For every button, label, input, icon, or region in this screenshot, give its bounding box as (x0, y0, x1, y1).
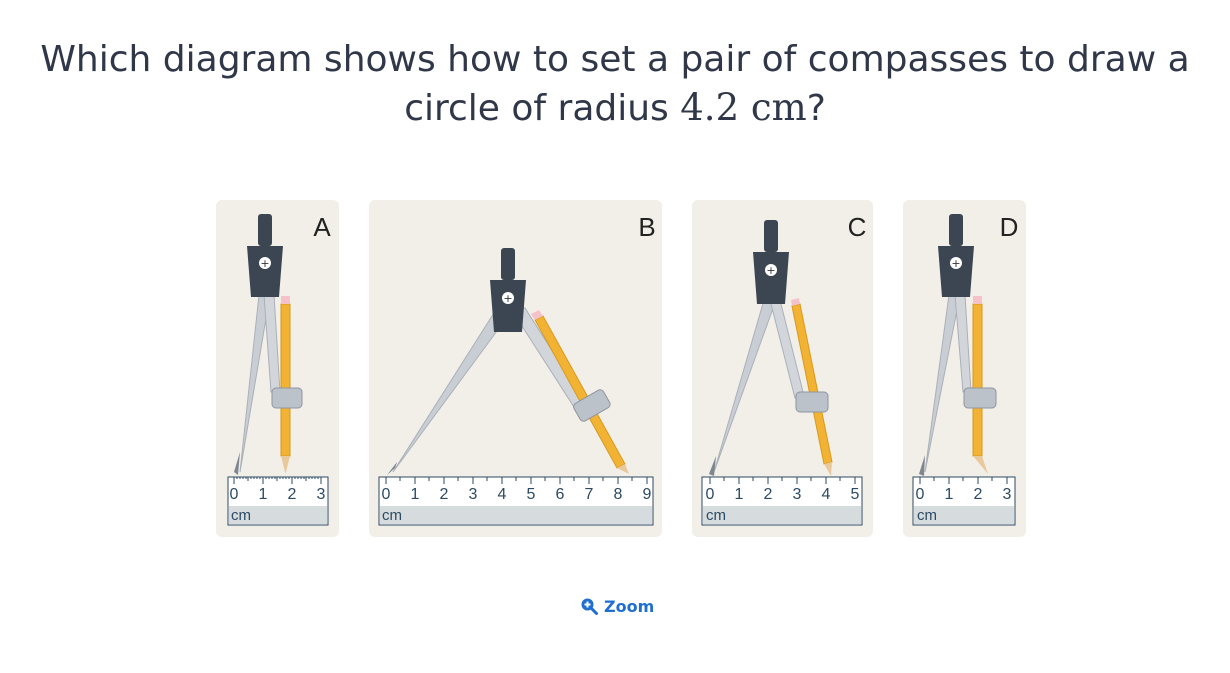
pencil (534, 315, 626, 469)
needle-leg (392, 304, 512, 473)
pencil-tip (824, 462, 832, 476)
ruler-tick-label: 0 (706, 486, 715, 503)
pencil-arm (954, 294, 972, 393)
ruler-band (703, 506, 861, 524)
ruler-tick-label: 3 (1003, 486, 1012, 503)
compass-diagram-c: + C 0 1 2 3 4 5 cm (701, 212, 867, 526)
ruler-tick-label: 0 (230, 486, 239, 503)
ruler-tick-label: 3 (793, 486, 802, 503)
ruler-tick-label: 1 (411, 486, 420, 503)
option-label: C (848, 212, 867, 242)
ruler-unit: cm (231, 507, 251, 524)
pencil-tip (973, 456, 988, 474)
compass-diagram-b: + B 0 1 2 3 4 5 6 7 8 9 cm (378, 212, 656, 526)
needle-tip (919, 455, 925, 476)
ruler-tick-label: 0 (916, 486, 925, 503)
ruler-unit: cm (382, 507, 402, 524)
option-label: A (313, 212, 331, 242)
question-math: 4.2 cm (680, 86, 807, 129)
ruler-tick-label: 2 (974, 486, 983, 503)
ruler-tick-label: 5 (851, 486, 860, 503)
pencil (972, 303, 983, 457)
compass-handle (764, 220, 778, 252)
pencil-clamp (271, 387, 303, 409)
zoom-in-icon (581, 598, 598, 615)
pencil-eraser (281, 296, 290, 304)
ruler-tick-label: 1 (259, 486, 268, 503)
ruler-tick-label: 8 (614, 486, 623, 503)
pencil (280, 303, 291, 457)
option-label: D (1000, 212, 1019, 242)
svg-text:+: + (503, 292, 512, 305)
needle-tip (234, 452, 240, 475)
ruler-tick-label: 3 (469, 486, 478, 503)
needle-leg (924, 294, 961, 473)
compass-handle (258, 214, 272, 246)
ruler-tick-label: 2 (440, 486, 449, 503)
compass-handle (501, 248, 515, 280)
pencil-eraser (973, 296, 982, 304)
ruler-tick-label: 0 (382, 486, 391, 503)
compass-head (490, 280, 526, 332)
ruler-tick-label: 7 (585, 486, 594, 503)
option-card-c[interactable]: + C 0 1 2 3 4 5 cm (692, 200, 873, 537)
compass-diagram-d: + D 0 1 2 3 cm (912, 212, 1019, 526)
ruler-tick-label: 6 (556, 486, 565, 503)
ruler-band (380, 506, 652, 524)
zoom-label: Zoom (604, 596, 655, 616)
ruler-unit: cm (706, 507, 726, 524)
compass-diagram-a: + A 0 1 2 3 cm (227, 212, 331, 526)
option-label: B (638, 212, 655, 242)
ruler-tick-label: 2 (764, 486, 773, 503)
compass-head (247, 246, 283, 297)
question-suffix: ? (806, 88, 826, 129)
ruler-tick-label: 9 (643, 486, 652, 503)
svg-text:+: + (766, 264, 775, 277)
needle-leg (713, 299, 777, 473)
ruler-unit: cm (917, 507, 937, 524)
zoom-button[interactable]: Zoom (580, 594, 654, 618)
ruler-tick-label: 4 (498, 486, 507, 503)
pencil-clamp (795, 391, 829, 413)
svg-text:+: + (951, 257, 960, 270)
ruler-tick-label: 1 (945, 486, 954, 503)
question-text: Which diagram shows how to set a pair of… (0, 36, 1230, 133)
ruler-tick-label: 3 (317, 486, 326, 503)
compass-handle (949, 214, 963, 246)
pencil-clamp (963, 387, 997, 409)
option-card-a[interactable]: + A 0 1 2 3 cm (216, 200, 339, 537)
pencil-arm (263, 294, 281, 393)
question-prefix: Which diagram shows how to set a pair of… (40, 39, 1190, 129)
ruler-tick-label: 2 (288, 486, 297, 503)
needle-tip (709, 456, 716, 476)
ruler-tick-label: 1 (735, 486, 744, 503)
option-card-d[interactable]: + D 0 1 2 3 cm (903, 200, 1026, 537)
pencil-tip (281, 456, 290, 474)
compass-head (753, 252, 789, 304)
ruler-tick-label: 4 (822, 486, 831, 503)
svg-text:+: + (260, 257, 269, 270)
compass-head (938, 246, 974, 297)
ruler-tick-label: 5 (527, 486, 536, 503)
option-card-b[interactable]: + B 0 1 2 3 4 5 6 7 8 9 cm (369, 200, 662, 537)
